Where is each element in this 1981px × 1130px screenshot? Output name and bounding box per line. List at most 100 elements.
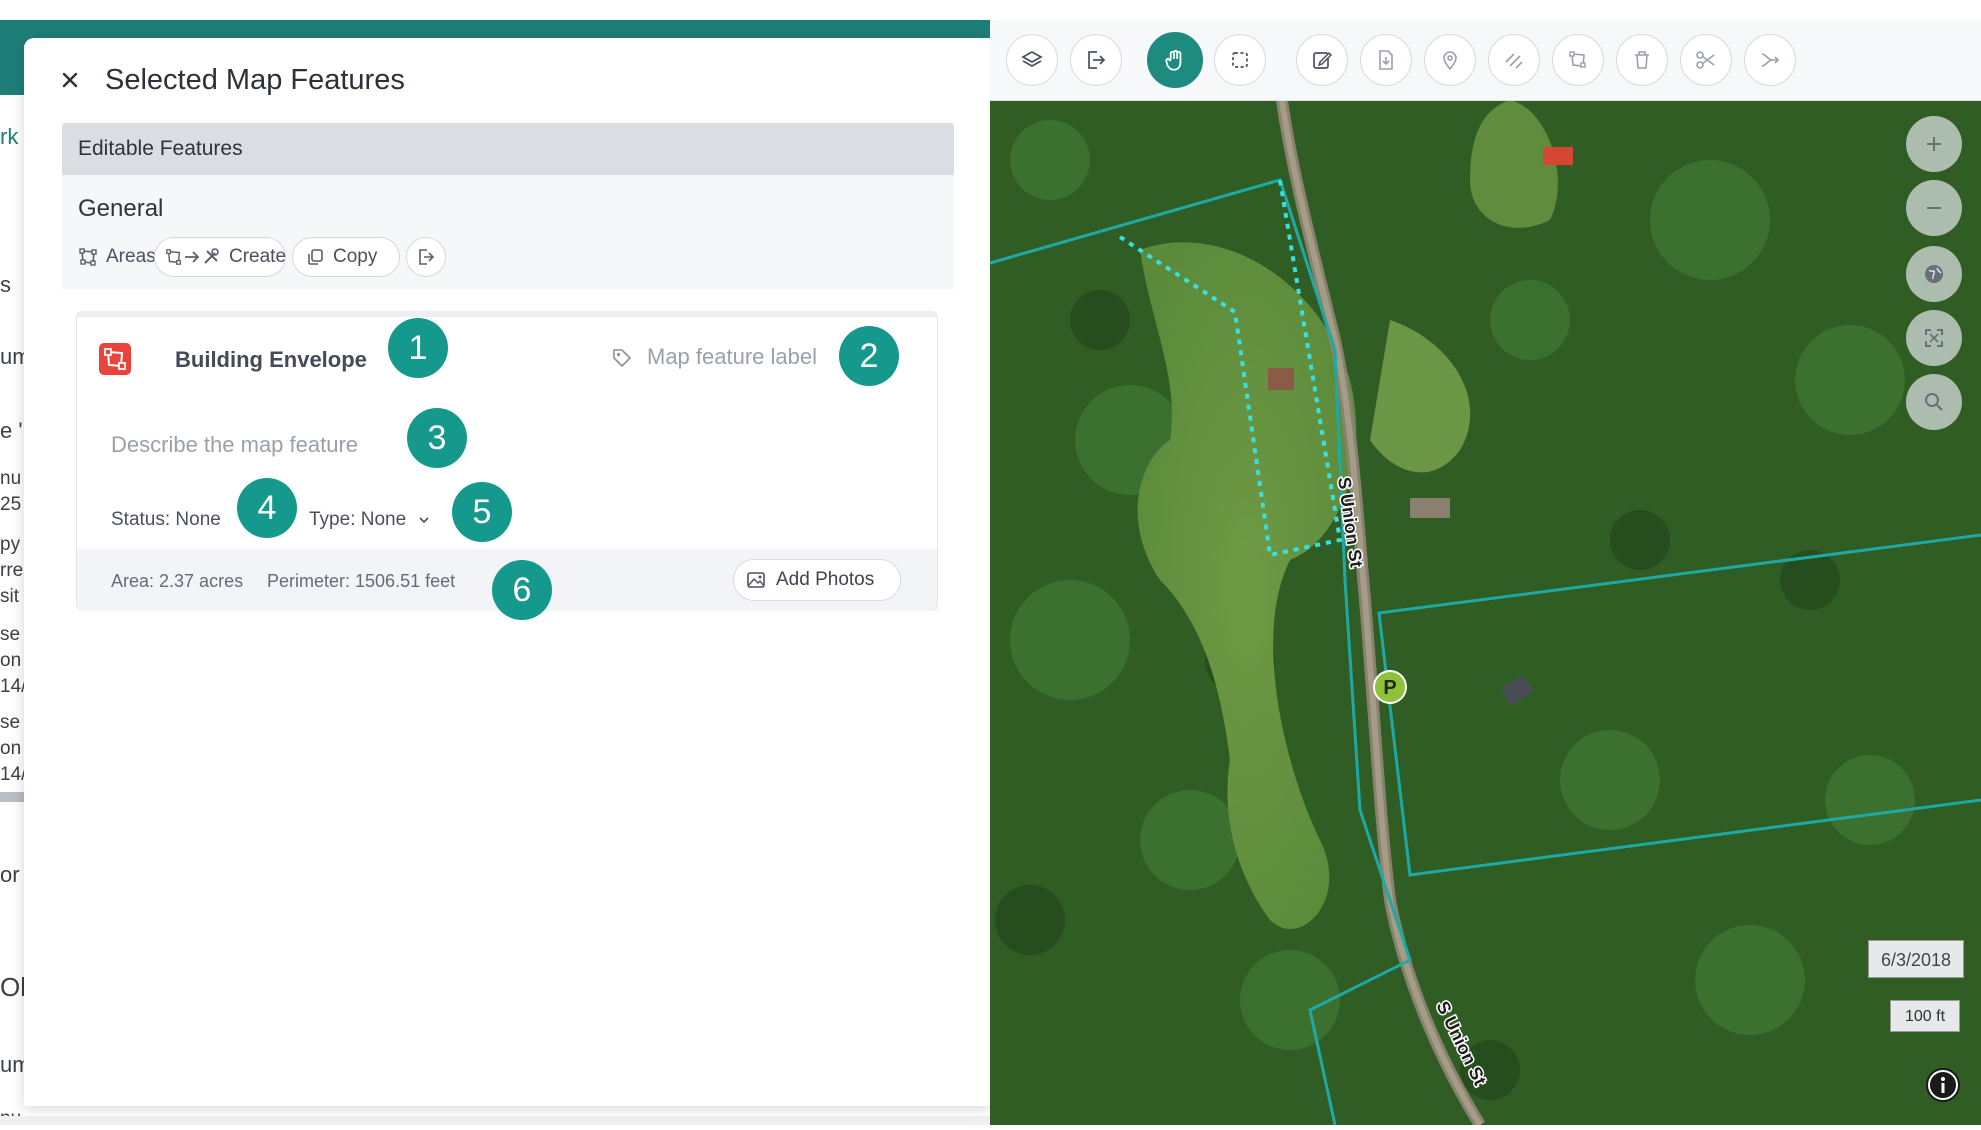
panel-title: Selected Map Features [105,64,405,96]
select-box-icon [1232,52,1248,68]
merge-button[interactable] [1744,34,1796,86]
areas-label: Areas [106,246,156,267]
polygon-icon [166,249,181,265]
bg-fragment: on [0,738,22,759]
bg-fragment: py [0,534,21,555]
bg-fragment: nu [0,468,22,489]
polygon-icon [104,348,126,370]
minus-icon [1927,207,1941,209]
callout-marker: 6 [492,560,552,620]
general-title: General [78,195,164,222]
parking-marker[interactable]: P [1383,677,1396,699]
bg-fragment: on [0,650,22,671]
polygon-button[interactable] [1552,34,1604,86]
import-icon [1379,50,1393,70]
callout-marker: 2 [839,326,899,386]
edit-button[interactable] [1296,34,1348,86]
callout-marker: 3 [407,408,467,468]
background-divider [0,792,24,802]
bg-fragment: se [0,624,21,645]
close-icon [62,72,78,88]
search-icon [1925,393,1943,411]
section-header-label: Editable Features [78,137,243,160]
bg-fragment: sit [0,586,19,607]
split-button[interactable] [1680,34,1732,86]
building-envelope-icon [99,343,131,375]
imagery-date: 6/3/2018 [1868,940,1964,978]
copy-button[interactable]: Copy [292,237,400,277]
feature-name[interactable]: Building Envelope [175,347,367,373]
trash-icon [1635,51,1649,69]
bg-fragment: e ' [0,418,23,443]
bg-fragment: rk [0,124,19,149]
import-button[interactable] [1360,34,1412,86]
tag-icon [613,349,632,368]
top-strip [0,0,1981,20]
info-button[interactable] [1926,1068,1960,1102]
perimeter-metric: Perimeter: 1506.51 feet [267,571,456,591]
add-photos-label: Add Photos [776,569,875,590]
delete-button[interactable] [1616,34,1668,86]
export-map-button[interactable] [1070,34,1122,86]
callout-marker: 4 [237,478,297,538]
feature-label-input[interactable] [647,339,837,375]
map-toolbar [990,20,1981,101]
export-button[interactable] [406,237,446,277]
draw-line-icon [1505,53,1523,69]
plus-icon [1927,137,1941,151]
add-photos-button[interactable]: Add Photos [733,559,901,601]
close-button[interactable] [56,66,84,94]
export-icon [1088,51,1106,69]
polygon-icon [1569,51,1586,68]
select-box-button[interactable] [1214,34,1266,86]
bg-fragment: 14/ [0,676,27,697]
bg-fragment: s [0,272,11,297]
copy-label: Copy [333,246,378,267]
info-icon [1928,1070,1958,1100]
bg-fragment: rre [0,560,24,581]
callout-marker: 5 [452,482,512,542]
globe-icon [1925,265,1943,283]
general-section: General Areas Create Copy [62,175,954,289]
zoom-in-button[interactable] [1906,116,1962,172]
image-icon [747,572,765,588]
merge-icon [1761,53,1780,67]
satellite-imagery: P S Union St S Union St [990,20,1981,1125]
callout-marker: 1 [388,318,448,378]
tools-icon [204,248,219,264]
background-rail: rk s um e ' nu 25 py rre sit se on 14/ s… [0,20,35,1129]
areas-filter[interactable]: Areas [78,237,156,277]
layers-icon [1021,51,1043,67]
bg-fragment: 14/ [0,764,27,785]
copy-icon [308,249,323,265]
scissors-icon [1696,51,1715,69]
bg-fragment: 25 [0,494,22,515]
pan-hand-icon [1165,49,1182,71]
bg-fragment: or [0,862,20,887]
scale-bar: 100 ft [1890,1000,1960,1032]
export-icon [419,249,435,265]
polygon-icon [79,248,97,266]
fullscreen-button[interactable] [1906,310,1962,366]
search-map-button[interactable] [1906,374,1962,430]
pin-button[interactable] [1424,34,1476,86]
zoom-out-button[interactable] [1906,180,1962,236]
draw-line-button[interactable] [1488,34,1540,86]
expand-icon [1925,329,1943,347]
status-select[interactable]: Status: None [111,509,221,531]
pan-tool-button[interactable] [1147,32,1203,88]
globe-button[interactable] [1906,246,1962,302]
layers-button[interactable] [1006,34,1058,86]
type-select[interactable]: Type: None [309,509,432,531]
edit-icon [1313,51,1333,69]
bg-fragment: se [0,712,21,733]
map-canvas[interactable]: P S Union St S Union St [990,20,1981,1125]
bottom-edge [0,1116,990,1125]
create-button[interactable]: Create [154,237,286,277]
type-value: Type: None [309,509,407,530]
pin-icon [1443,51,1457,71]
arrow-right-icon [185,251,200,263]
editable-features-header: Editable Features [62,123,954,175]
create-label: Create [229,246,287,267]
chevron-down-icon [419,517,429,524]
